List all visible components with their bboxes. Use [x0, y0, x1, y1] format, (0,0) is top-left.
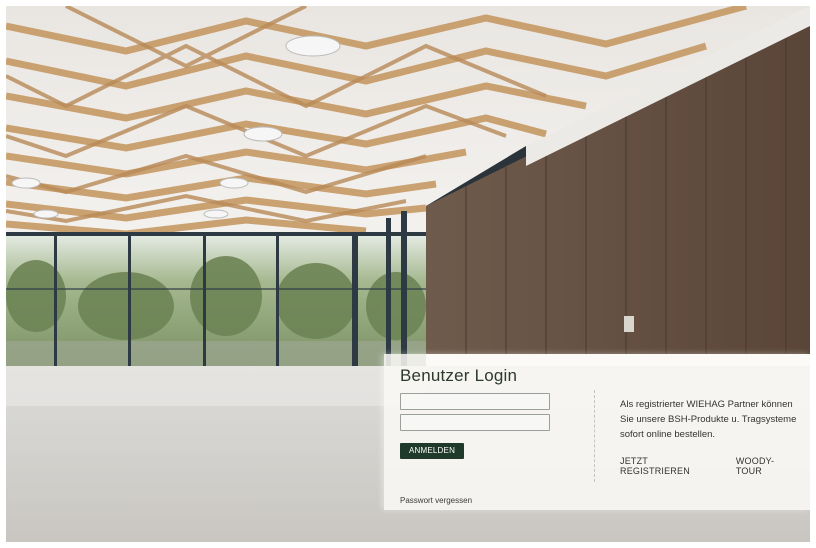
- woody-tour-link[interactable]: WOODY-TOUR: [736, 456, 800, 476]
- divider: [594, 390, 595, 482]
- password-input[interactable]: [400, 414, 550, 431]
- login-button[interactable]: ANMELDEN: [400, 443, 465, 459]
- app-window: Benutzer Login ANMELDEN Passwort vergess…: [6, 6, 810, 542]
- forgot-password-link[interactable]: Passwort vergessen: [400, 496, 472, 505]
- info-links: JETZT REGISTRIEREN WOODY-TOUR: [620, 456, 800, 476]
- partner-info-text: Als registrierter WIEHAG Partner können …: [620, 399, 797, 440]
- username-input[interactable]: [400, 393, 550, 410]
- login-panel: Benutzer Login ANMELDEN Passwort vergess…: [384, 354, 810, 510]
- login-title: Benutzer Login: [400, 366, 518, 385]
- registration-info: Als registrierter WIEHAG Partner können …: [620, 397, 800, 476]
- register-link[interactable]: JETZT REGISTRIEREN: [620, 456, 720, 476]
- login-form: Benutzer Login ANMELDEN: [400, 366, 600, 459]
